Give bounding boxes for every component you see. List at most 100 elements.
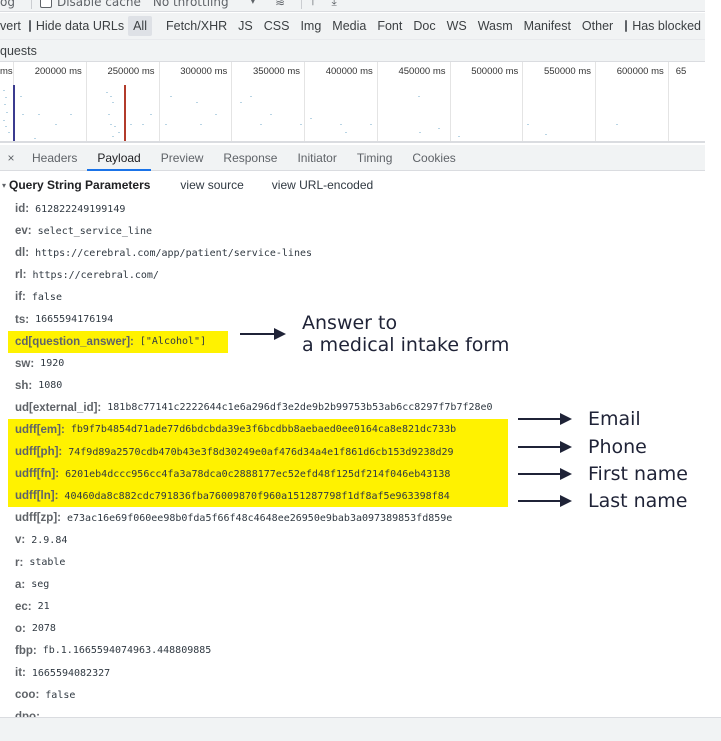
overview-request-dot bbox=[419, 132, 421, 133]
query-param-row[interactable]: sh: 1080 bbox=[0, 375, 508, 397]
param-value: 74f9d89a2570cdb470b43e3f8d30249e0af476d3… bbox=[68, 446, 454, 458]
filter-bar: vert Hide data URLs All Fetch/XHR JS CSS… bbox=[0, 13, 705, 40]
param-key: it: bbox=[15, 667, 26, 680]
filter-fetch-xhr[interactable]: Fetch/XHR bbox=[161, 16, 232, 36]
query-param-row[interactable]: udff[fn]: 6201eb4dccc956cc4fa3a78dca0c288… bbox=[8, 463, 508, 486]
query-param-row[interactable]: udff[zp]: e73ac16e69f060ee98b0fda5f66f48c… bbox=[0, 507, 508, 529]
annotation-answer-line2: a medical intake form bbox=[302, 334, 510, 356]
query-param-row[interactable]: id: 612822249199149 bbox=[0, 198, 508, 220]
disable-cache-toggle[interactable]: Disable cache bbox=[39, 0, 141, 9]
param-key: ec: bbox=[15, 600, 32, 613]
query-param-row[interactable]: cd[question_answer]: ["Alcohol"] bbox=[8, 330, 228, 353]
overview-request-dot bbox=[240, 102, 242, 103]
query-param-row[interactable]: udff[em]: fb9f7b4854d71ade77d6bdcbda39e3f… bbox=[8, 418, 508, 442]
request-details-tabs: × Headers Payload Preview Response Initi… bbox=[0, 145, 705, 171]
import-har-icon[interactable]: ⤒ bbox=[310, 0, 315, 9]
query-param-row[interactable]: it: 1665594082327 bbox=[0, 662, 508, 684]
annotation-email: Email bbox=[518, 408, 641, 430]
tab-headers[interactable]: Headers bbox=[22, 145, 87, 170]
network-overview-timeline[interactable]: ms 200000 ms 250000 ms 300000 ms 350000 ms 40… bbox=[0, 62, 705, 143]
query-param-row[interactable]: udff[ph]: 74f9d89a2570cdb470b43e3f8d30249… bbox=[8, 441, 508, 464]
disable-cache-label: Disable cache bbox=[56, 0, 141, 9]
param-value: select_service_line bbox=[37, 225, 153, 237]
filter-img[interactable]: Img bbox=[295, 16, 326, 36]
view-url-encoded-link[interactable]: view URL-encoded bbox=[272, 178, 373, 192]
overview-request-dot bbox=[545, 134, 547, 135]
page-margin bbox=[705, 0, 721, 145]
close-icon[interactable]: × bbox=[0, 145, 22, 170]
param-key: udff[zp]: bbox=[15, 512, 61, 525]
overview-gridline bbox=[85, 62, 87, 141]
overview-tick-label: 550000 ms bbox=[543, 66, 591, 77]
query-param-row[interactable]: udff[ln]: 40460da8c882cdc791836fba7600987… bbox=[8, 485, 508, 508]
overview-request-dot bbox=[8, 132, 10, 133]
filter-doc[interactable]: Doc bbox=[408, 16, 440, 36]
filter-wasm[interactable]: Wasm bbox=[473, 16, 518, 36]
overview-request-dot bbox=[215, 114, 217, 115]
query-param-row[interactable]: dl: https://cerebral.com/app/patient/serv… bbox=[0, 242, 508, 264]
filter-other[interactable]: Other bbox=[577, 16, 618, 36]
query-param-row[interactable]: a: seg bbox=[0, 574, 508, 596]
filter-js[interactable]: JS bbox=[233, 16, 258, 36]
query-param-row[interactable]: ec: 21 bbox=[0, 596, 508, 618]
query-param-row[interactable]: ev: select_service_line bbox=[0, 220, 508, 242]
query-param-row[interactable]: rl: https://cerebral.com/ bbox=[0, 264, 508, 286]
param-key: ud[external_id]: bbox=[15, 401, 102, 414]
filter-font[interactable]: Font bbox=[372, 16, 407, 36]
query-string-section-header[interactable]: ▾ Query String Parameters view source vi… bbox=[0, 176, 401, 194]
network-conditions-icon[interactable]: ≋ bbox=[275, 0, 285, 9]
collapse-triangle-icon[interactable]: ▾ bbox=[2, 181, 6, 190]
filter-all[interactable]: All bbox=[128, 16, 152, 36]
param-key: cd[question_answer]: bbox=[15, 335, 134, 348]
arrow-icon bbox=[518, 413, 572, 425]
view-source-link[interactable]: view source bbox=[180, 178, 243, 192]
network-toolbar: og Disable cache No throttling ▾ ≋ ⤒ ⤓ bbox=[0, 0, 705, 12]
query-param-row[interactable]: ud[external_id]: 181b8c77141c2222644c1e6a… bbox=[0, 397, 508, 419]
param-key: udff[em]: bbox=[15, 423, 65, 436]
invert-label[interactable]: vert bbox=[0, 19, 21, 33]
overview-gridline bbox=[595, 62, 596, 141]
filter-css[interactable]: CSS bbox=[259, 16, 295, 36]
overview-request-dot bbox=[110, 96, 112, 97]
overview-request-dot bbox=[300, 124, 302, 125]
overview-request-dot bbox=[5, 97, 7, 98]
tab-timing[interactable]: Timing bbox=[347, 145, 403, 170]
query-param-row[interactable]: r: stable bbox=[0, 552, 508, 574]
filter-media[interactable]: Media bbox=[327, 16, 371, 36]
tab-response[interactable]: Response bbox=[213, 145, 287, 170]
filter-ws[interactable]: WS bbox=[442, 16, 472, 36]
param-key: udff[ph]: bbox=[15, 446, 63, 459]
tab-initiator[interactable]: Initiator bbox=[287, 145, 346, 170]
arrow-icon bbox=[518, 495, 572, 507]
overview-request-dot bbox=[438, 128, 440, 129]
export-har-icon[interactable]: ⤓ bbox=[332, 0, 337, 9]
overview-request-dot bbox=[3, 120, 5, 121]
param-key: v: bbox=[15, 534, 26, 547]
overview-request-dot bbox=[310, 118, 312, 119]
throttling-select[interactable]: No throttling ▾ bbox=[153, 0, 255, 9]
tab-payload[interactable]: Payload bbox=[87, 145, 152, 171]
overview-request-dot bbox=[200, 124, 202, 125]
hide-data-urls-checkbox[interactable] bbox=[28, 20, 31, 32]
query-param-row[interactable]: v: 2.9.84 bbox=[0, 529, 508, 551]
blocked-requests-label[interactable]: quests bbox=[0, 44, 37, 58]
preserve-log-label[interactable]: og bbox=[0, 0, 15, 9]
overview-request-dot bbox=[458, 136, 460, 137]
query-param-row[interactable]: o: 2078 bbox=[0, 618, 508, 640]
overview-request-dot bbox=[345, 132, 347, 133]
filter-manifest[interactable]: Manifest bbox=[519, 16, 576, 36]
query-param-row[interactable]: fbp: fb.1.1665594074963.448809885 bbox=[0, 640, 508, 662]
overview-gridline bbox=[158, 62, 160, 141]
dom-content-loaded-marker bbox=[13, 85, 15, 141]
tab-cookies[interactable]: Cookies bbox=[402, 145, 465, 170]
has-blocked-cookies-checkbox[interactable] bbox=[625, 20, 628, 32]
overview-request-dot bbox=[20, 96, 22, 97]
overview-request-dot bbox=[22, 114, 24, 115]
disable-cache-checkbox[interactable] bbox=[39, 0, 52, 8]
query-param-row[interactable]: if: false bbox=[0, 286, 508, 308]
tab-preview[interactable]: Preview bbox=[151, 145, 214, 170]
param-key: ev: bbox=[15, 225, 32, 238]
annotation-answer-text: Answer to a medical intake form bbox=[302, 312, 509, 356]
overview-request-dot bbox=[70, 114, 72, 115]
query-param-row[interactable]: coo: false bbox=[0, 684, 508, 706]
